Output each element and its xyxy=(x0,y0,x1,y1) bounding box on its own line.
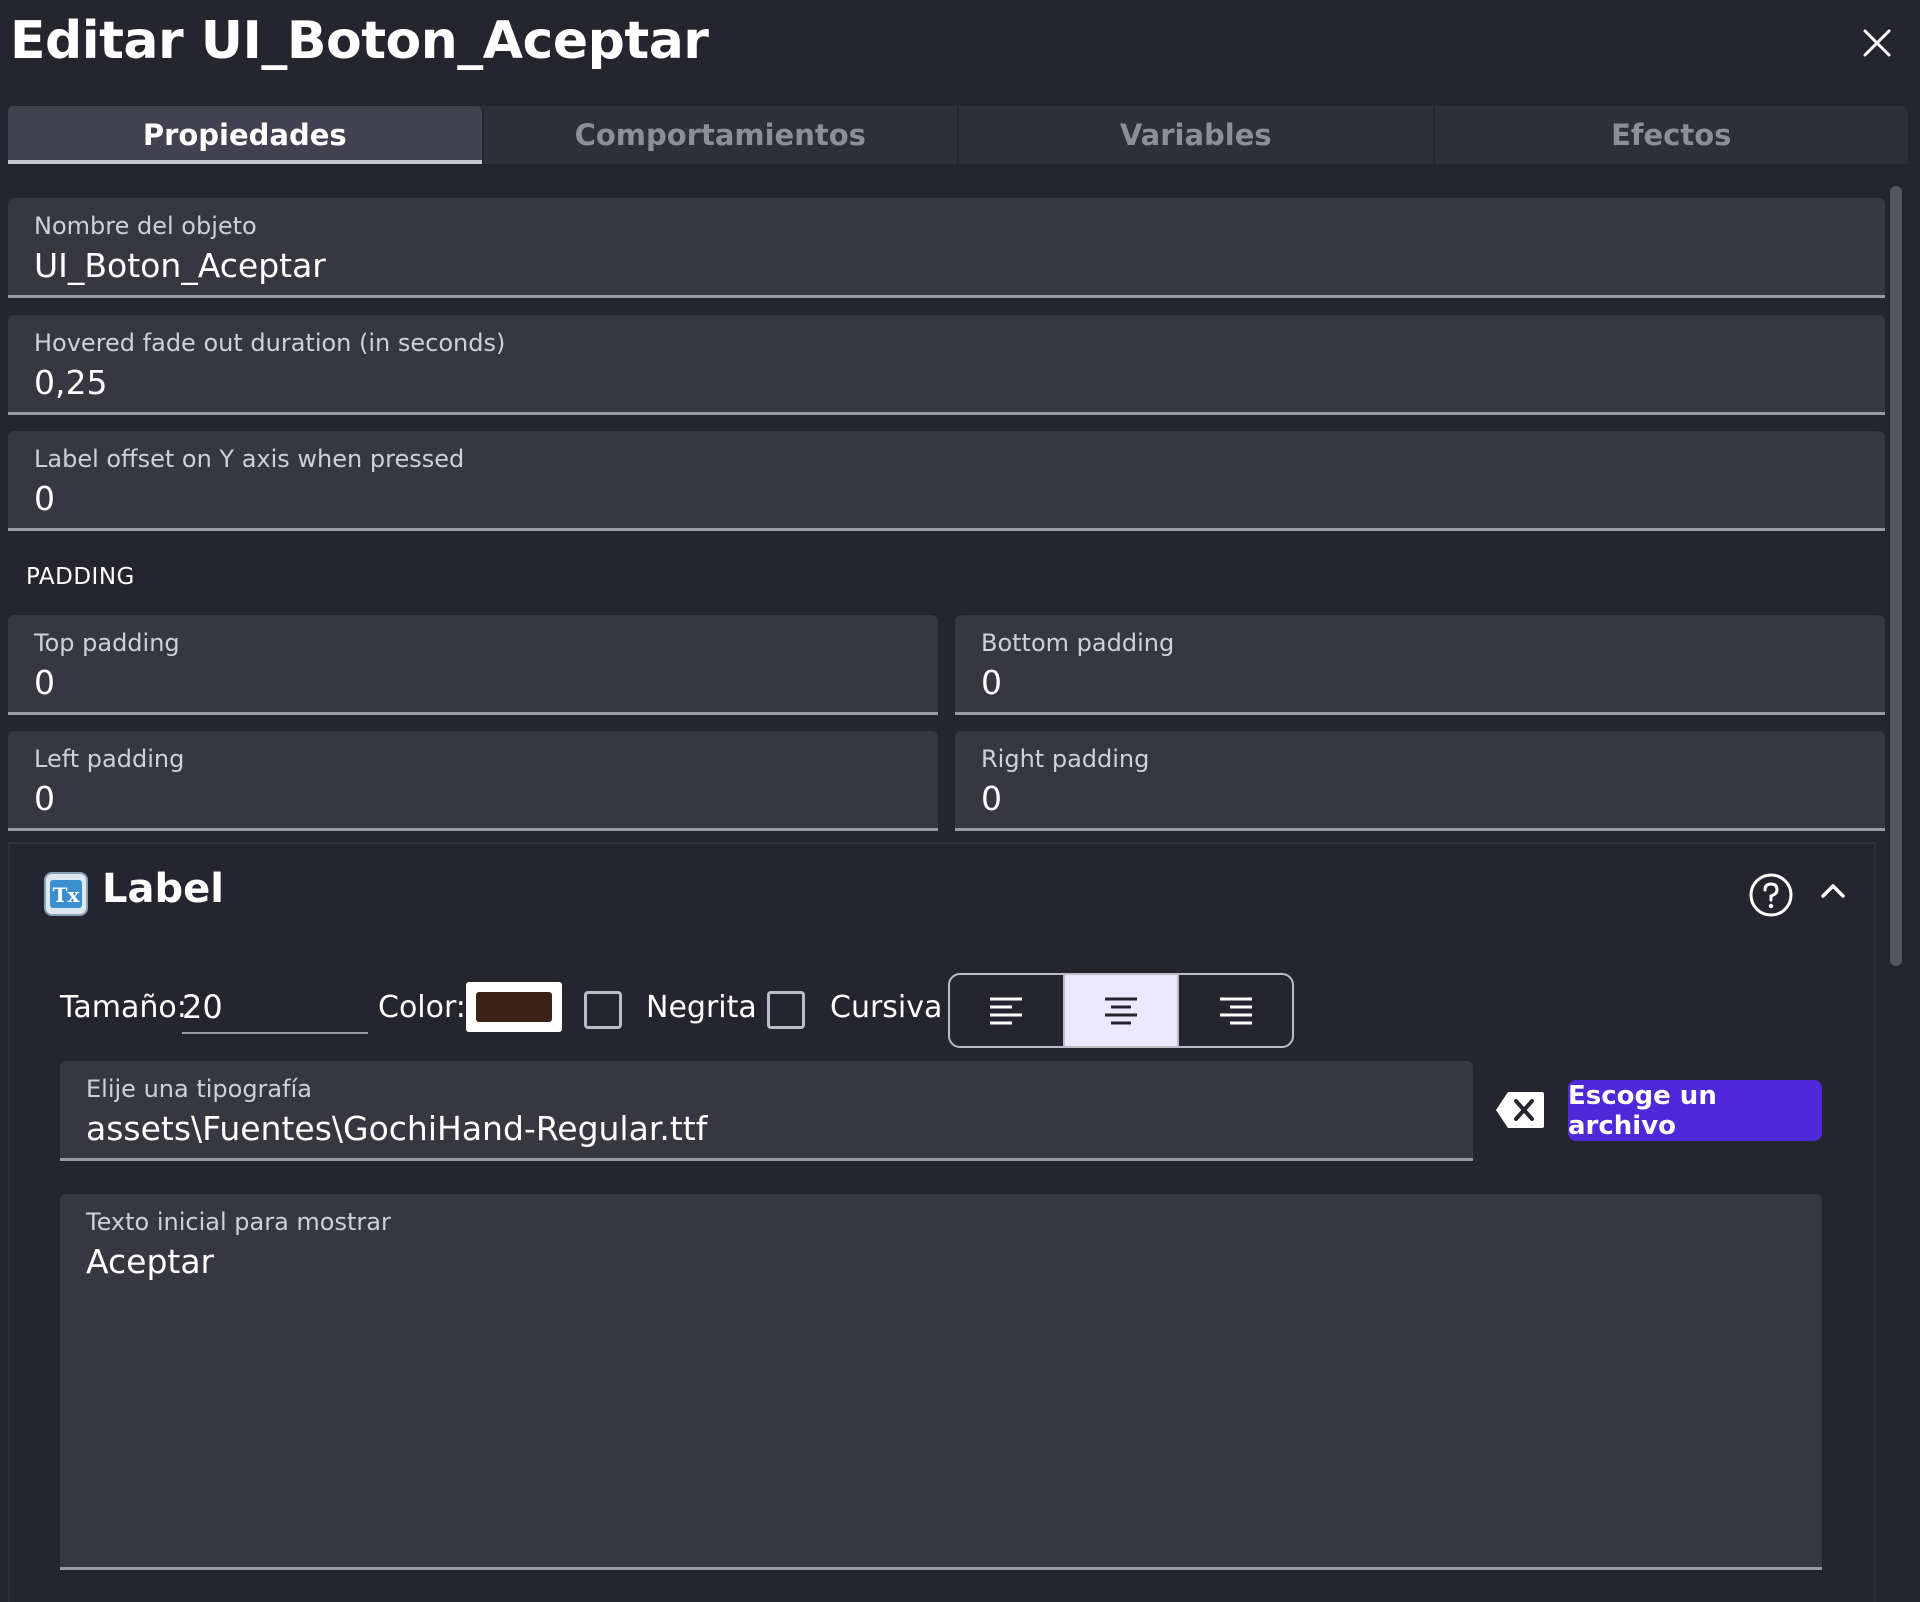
color-label: Color: xyxy=(378,990,466,1025)
hovered-fade-label: Hovered fade out duration (in seconds) xyxy=(34,329,506,357)
label-offset-label: Label offset on Y axis when pressed xyxy=(34,445,465,473)
color-picker-button[interactable] xyxy=(466,982,562,1032)
padding-heading: PADDING xyxy=(26,564,135,590)
align-center-button[interactable] xyxy=(1064,975,1180,1046)
right-padding-field[interactable]: Right padding 0 xyxy=(955,731,1885,831)
left-padding-value[interactable]: 0 xyxy=(34,779,55,818)
choose-file-button[interactable]: Escoge un archivo xyxy=(1568,1080,1822,1141)
top-padding-value[interactable]: 0 xyxy=(34,663,55,702)
tab-comportamientos[interactable]: Comportamientos xyxy=(484,106,959,164)
text-alignment-group xyxy=(948,973,1294,1048)
initial-text-area[interactable]: Texto inicial para mostrar Aceptar xyxy=(60,1194,1822,1570)
align-center-icon xyxy=(1105,997,1137,1024)
label-section-title: Label xyxy=(102,866,224,912)
left-padding-label: Left padding xyxy=(34,745,185,773)
top-padding-field[interactable]: Top padding 0 xyxy=(8,615,938,715)
size-label: Tamaño: xyxy=(60,990,187,1025)
help-icon[interactable] xyxy=(1748,872,1794,918)
right-padding-label: Right padding xyxy=(981,745,1150,773)
right-padding-value[interactable]: 0 xyxy=(981,779,1002,818)
tab-propiedades[interactable]: Propiedades xyxy=(8,106,484,164)
bold-checkbox[interactable] xyxy=(584,991,622,1029)
font-file-label: Elije una tipografía xyxy=(86,1075,312,1103)
tab-bar: Propiedades Comportamientos Variables Ef… xyxy=(8,106,1908,164)
object-name-field[interactable]: Nombre del objeto UI_Boton_Aceptar xyxy=(8,198,1885,298)
initial-text-label: Texto inicial para mostrar xyxy=(86,1208,391,1236)
chevron-up-icon[interactable] xyxy=(1816,874,1850,908)
dialog-title: Editar UI_Boton_Aceptar xyxy=(10,11,709,71)
top-padding-label: Top padding xyxy=(34,629,180,657)
scrollbar-thumb[interactable] xyxy=(1890,186,1902,966)
tab-variables[interactable]: Variables xyxy=(959,106,1435,164)
font-file-value[interactable]: assets\Fuentes\GochiHand-Regular.ttf xyxy=(86,1109,707,1148)
align-left-button[interactable] xyxy=(950,975,1065,1046)
initial-text-value[interactable]: Aceptar xyxy=(86,1242,214,1281)
align-right-button[interactable] xyxy=(1179,975,1292,1046)
italic-checkbox[interactable] xyxy=(767,991,805,1029)
bottom-padding-label: Bottom padding xyxy=(981,629,1175,657)
bottom-padding-field[interactable]: Bottom padding 0 xyxy=(955,615,1885,715)
object-name-label: Nombre del objeto xyxy=(34,212,257,240)
svg-text:Tx: Tx xyxy=(53,883,81,907)
italic-label: Cursiva xyxy=(830,990,943,1025)
color-swatch xyxy=(476,992,552,1022)
label-offset-value[interactable]: 0 xyxy=(34,479,55,518)
hovered-fade-field[interactable]: Hovered fade out duration (in seconds) 0… xyxy=(8,315,1885,415)
bottom-padding-value[interactable]: 0 xyxy=(981,663,1002,702)
hovered-fade-value[interactable]: 0,25 xyxy=(34,363,107,402)
object-name-value[interactable]: UI_Boton_Aceptar xyxy=(34,246,326,285)
text-object-icon: Tx xyxy=(44,872,88,916)
close-button[interactable] xyxy=(1852,18,1902,68)
tab-efectos[interactable]: Efectos xyxy=(1435,106,1909,164)
bold-label: Negrita xyxy=(646,990,757,1025)
font-size-input[interactable]: 20 xyxy=(182,986,368,1034)
left-padding-field[interactable]: Left padding 0 xyxy=(8,731,938,831)
font-file-field[interactable]: Elije una tipografía assets\Fuentes\Goch… xyxy=(60,1061,1473,1161)
align-left-icon xyxy=(990,997,1023,1024)
align-right-icon xyxy=(1219,997,1252,1024)
label-offset-field[interactable]: Label offset on Y axis when pressed 0 xyxy=(8,431,1885,531)
close-icon xyxy=(1863,29,1891,57)
clear-font-icon[interactable] xyxy=(1494,1090,1546,1130)
edit-object-dialog: Editar UI_Boton_Aceptar Propiedades Comp… xyxy=(0,0,1920,1602)
